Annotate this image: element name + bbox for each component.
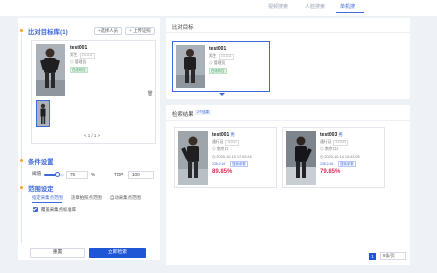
- person-photo: [36, 44, 65, 96]
- threshold-input[interactable]: 75: [66, 171, 88, 179]
- result-photo: [178, 131, 208, 185]
- result-ip: 235:2:16: [320, 162, 334, 166]
- result-location-row: ⊙ 南京口2: [320, 147, 338, 152]
- section-dot: [20, 186, 23, 189]
- tab-face-search[interactable]: 人脸搜索: [305, 3, 325, 10]
- result-card[interactable]: test001 男 通行证 111111 ⊙ 南京口 ◷ 2020-10-13 1…: [174, 127, 277, 188]
- compare-person-card: test001 男生 1111111 ⊙ 管理员 在线布控 🗑 < 1 / 1 >: [31, 40, 156, 144]
- result-photo: [286, 131, 316, 185]
- scope-tab-designated[interactable]: 指定采集点范围: [32, 195, 63, 201]
- upload-photo-button[interactable]: + 上传证照: [125, 27, 155, 35]
- target-gender: 男生: [209, 54, 217, 58]
- result-ip-tag[interactable]: 搜索参数: [338, 161, 356, 167]
- result-badge-row: 通行证 111111: [212, 140, 239, 146]
- search-button[interactable]: 立即检索: [89, 248, 146, 258]
- result-location: 南京口2: [324, 147, 339, 151]
- result-name-row: test003 男: [320, 132, 343, 138]
- person-role-row: ⊙ 管理员: [70, 60, 86, 65]
- result-time-row: ◷ 2020-10-13 17:02:24: [212, 154, 252, 159]
- person-status-tag: 在线布控: [70, 67, 88, 73]
- card-pager[interactable]: < 1 / 1 >: [84, 133, 100, 138]
- target-photo-figure: [176, 45, 205, 88]
- tab-video-search[interactable]: 视频搜索: [268, 3, 288, 10]
- result-badge: 333333: [333, 140, 349, 146]
- result-badge-row: 通行证 333333: [320, 140, 349, 146]
- result-score: 79.85%: [320, 169, 341, 175]
- result-name-row: test001 男: [212, 132, 235, 138]
- target-role-row: ⊙ 管理员: [209, 61, 225, 66]
- threshold-unit: %: [91, 172, 96, 177]
- target-pointer-icon: [219, 93, 225, 96]
- section-dot: [20, 29, 23, 32]
- divider: [166, 32, 410, 33]
- person-thumbnail[interactable]: [36, 100, 50, 127]
- result-ip: 235:2:16: [212, 162, 226, 166]
- scope-tab-violation[interactable]: 违章拍照点范围: [71, 195, 102, 201]
- target-status-tag: 在线布控: [209, 68, 227, 74]
- result-ip-row: 235:2:16 搜索参数: [212, 161, 248, 167]
- select-person-button[interactable]: +选择人员: [94, 27, 122, 35]
- page-size-select[interactable]: 8条/页: [380, 252, 406, 260]
- result-card[interactable]: test003 男 通行证 333333 ⊙ 南京口2 ◷ 2020-10-14 …: [282, 127, 385, 188]
- target-gender-row: 男生 1111111: [209, 54, 234, 60]
- result-ip-tag[interactable]: 搜索参数: [230, 161, 248, 167]
- delete-icon[interactable]: 🗑: [147, 91, 153, 97]
- target-photo: [176, 45, 205, 88]
- top-nav: 视频搜索 人脸搜索 单机搜: [0, 0, 437, 16]
- person-gender-row: 男生 1111111: [70, 53, 95, 59]
- result-time: 2020-10-13 17:02:24: [216, 155, 252, 159]
- result-time-row: ◷ 2020-10-14 10:42:05: [320, 154, 360, 159]
- target-badge: 1111111: [218, 54, 234, 60]
- results-title: 检索结果: [172, 112, 194, 118]
- result-unit: 通行证: [320, 140, 332, 144]
- person-name: test001: [70, 45, 88, 51]
- top-input[interactable]: 100: [128, 171, 154, 179]
- compare-target-panel: 比对目标 test001 男生 1111111 ⊙ 管理员 在线布控: [166, 18, 410, 99]
- results-count: 2个结果: [195, 110, 212, 115]
- person-role: 管理员: [74, 60, 87, 64]
- person-photo-figure: [36, 44, 65, 96]
- result-gender: 男: [230, 132, 235, 137]
- scope-tab-underline: [32, 202, 62, 203]
- result-score: 89.85%: [212, 169, 233, 175]
- result-location: 南京口: [216, 147, 229, 151]
- timeline-line: [21, 33, 22, 243]
- person-badge: 1111111: [79, 53, 95, 59]
- left-panel: 比对目标库(1) +选择人员 + 上传证照 test001 男生 1111111 …: [18, 18, 160, 260]
- scope-title: 范围设定: [28, 186, 54, 193]
- result-badge: 111111: [225, 140, 239, 146]
- result-time: 2020-10-14 10:42:05: [324, 155, 360, 159]
- thumbnail-figure: [37, 101, 49, 126]
- target-card[interactable]: test001 男生 1111111 ⊙ 管理员 在线布控: [172, 41, 270, 92]
- top-label: TOP: [114, 172, 124, 177]
- person-gender: 男生: [70, 53, 78, 57]
- compare-library-title: 比对目标库(1): [28, 29, 68, 36]
- target-role: 管理员: [213, 61, 226, 65]
- threshold-slider-knob[interactable]: [55, 172, 60, 177]
- active-tab-underline: [336, 12, 364, 13]
- target-name: test001: [209, 46, 227, 52]
- tab-single-search[interactable]: 单机搜: [340, 3, 355, 10]
- result-location-row: ⊙ 南京口: [212, 147, 228, 152]
- section-dot: [20, 159, 23, 162]
- divider: [166, 120, 410, 121]
- cover-library-label: 覆盖采集点标准库: [41, 207, 77, 212]
- threshold-label: 阈值: [32, 171, 42, 176]
- reset-button[interactable]: 重置: [30, 248, 85, 258]
- result-photo-figure: [178, 131, 208, 185]
- cover-library-checkbox[interactable]: [33, 207, 38, 212]
- result-name: test003: [320, 132, 338, 138]
- page-number-button[interactable]: 1: [369, 253, 376, 260]
- result-photo-figure: [286, 131, 316, 185]
- condition-title: 条件设置: [28, 159, 54, 166]
- compare-target-title: 比对目标: [172, 25, 194, 31]
- scope-tab-auto[interactable]: 自动采集点范围: [110, 195, 141, 201]
- results-panel: 检索结果 2个结果 test001 男 通行证 111111 ⊙ 南京口 ◷ 2…: [166, 105, 410, 265]
- result-ip-row: 235:2:16 搜索参数: [320, 161, 356, 167]
- result-name: test001: [212, 132, 230, 138]
- result-unit: 通行证: [212, 140, 224, 144]
- result-gender: 男: [338, 132, 343, 137]
